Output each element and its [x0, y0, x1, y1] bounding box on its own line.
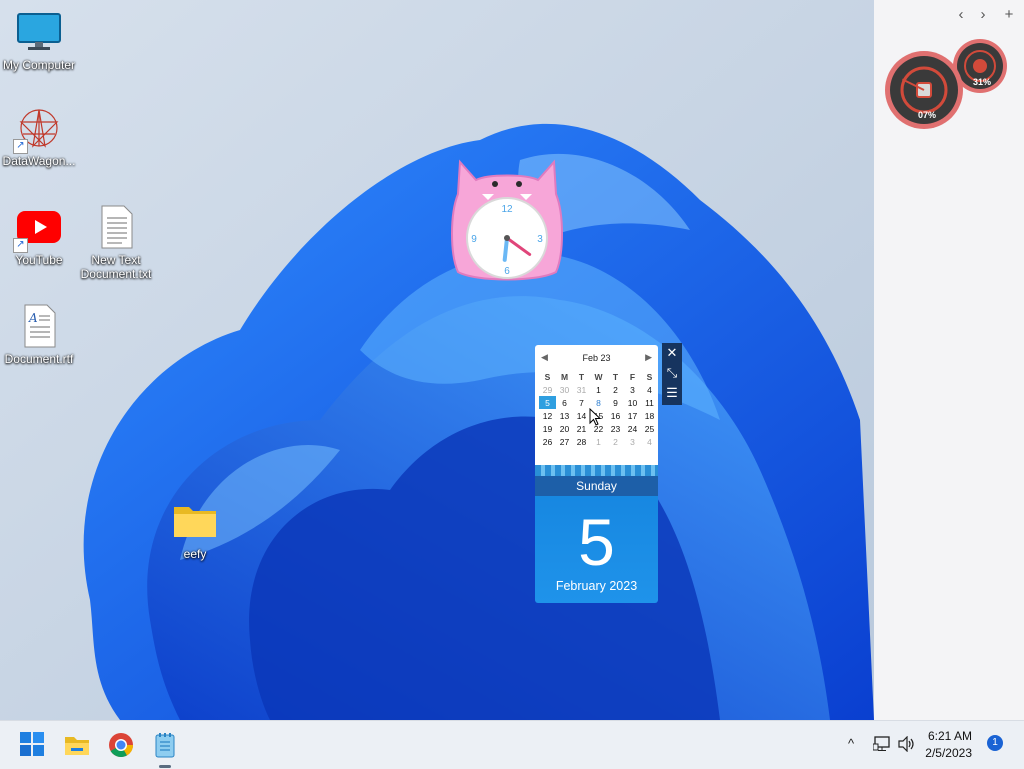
mouse-cursor-icon	[589, 408, 601, 426]
clock-numeral-9: 9	[471, 234, 477, 245]
notification-badge[interactable]: 1	[987, 735, 1003, 751]
taskbar: ^ 6:21 AM 2/5/2023	[0, 720, 1024, 769]
text-file-icon	[92, 203, 140, 251]
desktop-icon-label: Document.rtf	[4, 352, 74, 366]
calendar-day[interactable]: 11	[641, 396, 658, 409]
taskbar-clock-time[interactable]: 6:21 AM	[892, 729, 972, 743]
clock-numeral-3: 3	[537, 234, 543, 245]
shortcut-arrow-icon: ↗	[13, 139, 28, 154]
clock-numeral-12: 12	[501, 204, 513, 215]
desktop-icon-label: My Computer	[2, 58, 76, 72]
calendar-day[interactable]: 20	[556, 422, 573, 435]
clock-widget[interactable]: 12 3 6 9	[448, 154, 566, 284]
drag-handle-icon[interactable]: ☰	[662, 383, 682, 403]
calendar-day[interactable]: 17	[624, 409, 641, 422]
calendar-day[interactable]: 16	[607, 409, 624, 422]
resize-icon[interactable]: ⤡	[662, 363, 682, 383]
sidebar-prev-icon[interactable]: ‹	[952, 6, 970, 23]
shortcut-arrow-icon: ↗	[13, 238, 28, 253]
calendar-day[interactable]: 24	[624, 422, 641, 435]
calendar-day[interactable]: 2	[607, 435, 624, 448]
svg-text:A: A	[28, 311, 38, 325]
cpu-gauge[interactable]: 07%	[884, 50, 964, 130]
calendar-widget[interactable]: ◀ Feb 23 ▶ S M T W T F S 29 30 31 1 2 3 …	[535, 345, 658, 603]
desktop-icon-label: eefy	[183, 547, 207, 561]
desktop-icon-label: New Text Document.txt	[80, 253, 152, 281]
calendar-day-number: 5	[578, 505, 615, 579]
gadget-controls: ✕ ⤡ ☰	[662, 343, 682, 405]
weekday-header: S	[544, 371, 551, 382]
desktop-icon-my-computer[interactable]: My Computer	[0, 8, 81, 72]
calendar-day[interactable]: 3	[624, 383, 641, 396]
calendar-day[interactable]: 1	[590, 383, 607, 396]
datawagon-icon: ↗	[13, 104, 63, 154]
desktop-icon-datawagon[interactable]: ↗ DataWagon...	[0, 104, 81, 168]
show-hidden-icons-button[interactable]: ^	[848, 736, 854, 751]
desktop-icon-eefy-folder[interactable]: eefy	[153, 497, 237, 561]
calendar-day[interactable]: 19	[539, 422, 556, 435]
calendar-day[interactable]: 31	[573, 383, 590, 396]
weekday-header: T	[578, 371, 585, 382]
calendar-day[interactable]: 30	[556, 383, 573, 396]
calendar-day[interactable]: 4	[641, 435, 658, 448]
calendar-day[interactable]: 2	[607, 383, 624, 396]
calendar-month-label: Feb 23	[582, 353, 611, 363]
file-explorer-icon[interactable]	[63, 731, 91, 759]
memory-percent: 31%	[973, 77, 991, 87]
folder-icon	[171, 497, 219, 545]
taskbar-clock-date[interactable]: 2/5/2023	[892, 746, 972, 760]
notepad-icon[interactable]	[151, 731, 179, 759]
chrome-icon[interactable]	[107, 731, 135, 759]
weekday-header: S	[646, 371, 653, 382]
desktop-wallpaper	[0, 0, 874, 720]
weekday-header: M	[560, 371, 569, 382]
sidebar-add-icon[interactable]: +	[1000, 6, 1018, 23]
rtf-file-icon: A	[15, 302, 63, 350]
start-icon[interactable]	[19, 731, 47, 759]
calendar-next-month-icon[interactable]: ▶	[645, 352, 652, 363]
calendar-day-selected[interactable]: 5	[539, 396, 556, 409]
calendar-day[interactable]: 12	[539, 409, 556, 422]
network-icon[interactable]	[872, 736, 891, 757]
calendar-day[interactable]: 6	[556, 396, 573, 409]
calendar-day[interactable]: 1	[590, 435, 607, 448]
calendar-day[interactable]: 14	[573, 409, 590, 422]
calendar-day[interactable]: 13	[556, 409, 573, 422]
calendar-month-year: February 2023	[555, 579, 638, 593]
desktop-icon-label: DataWagon...	[2, 154, 76, 168]
desktop-icon-new-text-document[interactable]: New Text Document.txt	[74, 203, 158, 281]
desktop-icon-label: YouTube	[15, 253, 63, 267]
weekday-header: W	[594, 371, 603, 382]
monitor-icon	[15, 8, 63, 56]
weekday-header: T	[612, 371, 619, 382]
calendar-day[interactable]: 7	[573, 396, 590, 409]
weekday-header: F	[629, 371, 636, 382]
calendar-day[interactable]: 18	[641, 409, 658, 422]
cpu-percent: 07%	[918, 110, 936, 120]
calendar-date-panel: Sunday 5 February 2023	[535, 476, 658, 603]
calendar-day[interactable]: 21	[573, 422, 590, 435]
desktop-icon-document-rtf[interactable]: A Document.rtf	[0, 302, 81, 366]
clock-numeral-6: 6	[504, 266, 510, 277]
desktop-icon-youtube[interactable]: ↗ YouTube	[0, 203, 81, 267]
calendar-day[interactable]: 27	[556, 435, 573, 448]
calendar-weekday-name: Sunday	[535, 476, 658, 496]
calendar-day[interactable]: 28	[573, 435, 590, 448]
calendar-day[interactable]: 10	[624, 396, 641, 409]
close-icon[interactable]: ✕	[662, 343, 682, 363]
youtube-icon: ↗	[13, 203, 63, 253]
calendar-day[interactable]: 23	[607, 422, 624, 435]
calendar-day[interactable]: 4	[641, 383, 658, 396]
clock-hour-hand	[502, 236, 509, 262]
calendar-day[interactable]: 9	[607, 396, 624, 409]
calendar-day[interactable]: 25	[641, 422, 658, 435]
sidebar-next-icon[interactable]: ›	[974, 6, 992, 23]
calendar-day[interactable]: 3	[624, 435, 641, 448]
calendar-day[interactable]: 29	[539, 383, 556, 396]
calendar-day[interactable]: 26	[539, 435, 556, 448]
